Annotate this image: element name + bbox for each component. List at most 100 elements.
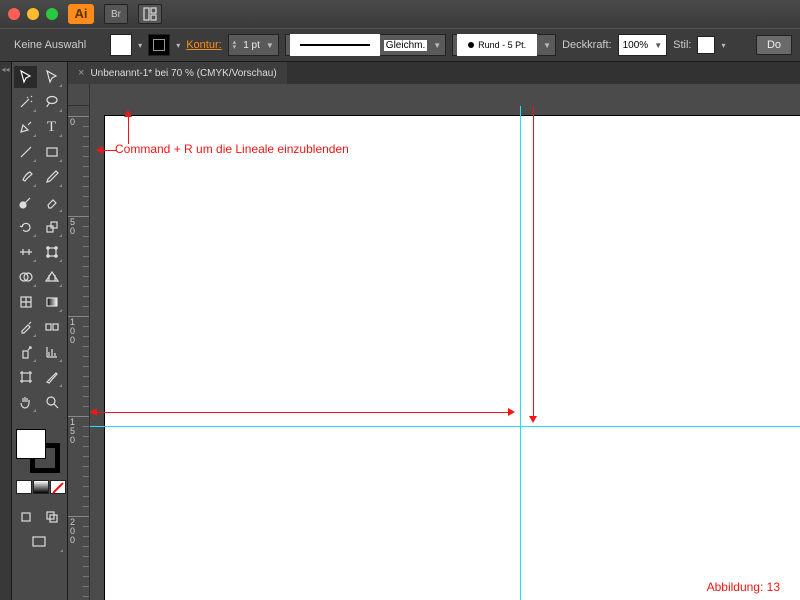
- stroke-weight-value: 1 pt: [243, 40, 260, 51]
- annotation-arrowhead-h-r: [508, 408, 515, 416]
- maximize-window-button[interactable]: [46, 8, 58, 20]
- width-icon: [18, 244, 34, 260]
- brush-dot-icon: [468, 42, 474, 48]
- zoom-tool[interactable]: [40, 391, 63, 413]
- annotation-arrowhead-h-l: [90, 408, 97, 416]
- annotation-arrow-1: [128, 116, 129, 144]
- fill-swatch[interactable]: [110, 34, 132, 56]
- screen-mode-button[interactable]: [14, 531, 64, 553]
- brush-icon: [18, 169, 34, 185]
- direct-cursor-icon: [44, 69, 60, 85]
- color-mode-solid[interactable]: [16, 480, 32, 494]
- mesh-icon: [18, 294, 34, 310]
- annotation-arrow-v: [533, 106, 534, 416]
- brush-dropdown[interactable]: Rund - 5 Pt. ▼: [452, 34, 556, 56]
- fill-stroke-indicator[interactable]: [16, 429, 65, 473]
- annotation-arrowhead-1: [124, 110, 132, 117]
- draw-mode-normal[interactable]: [14, 506, 37, 528]
- screen-icon: [31, 534, 47, 550]
- stroke-swatch[interactable]: [148, 34, 170, 56]
- selection-status: Keine Auswahl: [8, 37, 92, 53]
- annotation-arrow-1b: [103, 150, 117, 151]
- rectangle-tool[interactable]: [40, 141, 63, 163]
- pen-tool[interactable]: [14, 116, 37, 138]
- tools-panel: T: [12, 62, 68, 600]
- pen-icon: [18, 119, 34, 135]
- shapebuilder-icon: [18, 269, 34, 285]
- stepper-icon[interactable]: ▴▾: [233, 40, 237, 50]
- gradient-tool[interactable]: [40, 291, 63, 313]
- color-mode-row: [14, 480, 66, 494]
- stroke-profile-dropdown[interactable]: Gleichm. ▼: [285, 34, 446, 56]
- blob-brush-tool[interactable]: [14, 191, 37, 213]
- document-setup-button[interactable]: Do: [756, 35, 792, 55]
- symbol-sprayer-tool[interactable]: [14, 341, 37, 363]
- chevron-down-icon[interactable]: ▼: [266, 41, 274, 50]
- chevron-down-icon[interactable]: ▼: [433, 41, 441, 50]
- scale-tool[interactable]: [40, 216, 63, 238]
- selection-tool[interactable]: [14, 66, 37, 88]
- rotate-tool[interactable]: [14, 216, 37, 238]
- window-traffic-lights: [8, 8, 58, 20]
- chevron-down-icon[interactable]: ▼: [543, 41, 551, 50]
- style-dropdown-icon[interactable]: ▾: [721, 41, 725, 50]
- style-swatch[interactable]: [697, 36, 715, 54]
- opacity-field[interactable]: 100% ▼: [618, 34, 668, 56]
- scale-icon: [44, 219, 60, 235]
- chevron-down-icon[interactable]: ▼: [654, 41, 662, 50]
- color-mode-none[interactable]: [50, 480, 66, 494]
- graph-tool[interactable]: [40, 341, 63, 363]
- eyedropper-tool[interactable]: [14, 316, 37, 338]
- color-mode-gradient[interactable]: [33, 480, 49, 494]
- stroke-swatch-dropdown-icon[interactable]: ▾: [176, 41, 180, 50]
- paintbrush-tool[interactable]: [14, 166, 37, 188]
- annotation-arrow-h: [90, 412, 508, 413]
- rectangle-icon: [44, 144, 60, 160]
- vertical-guide[interactable]: [520, 106, 521, 600]
- hand-tool[interactable]: [14, 391, 37, 413]
- fill-swatch-dropdown-icon[interactable]: ▾: [138, 41, 142, 50]
- draw-mode-behind[interactable]: [40, 506, 63, 528]
- pencil-tool[interactable]: [40, 166, 63, 188]
- magic-wand-tool[interactable]: [14, 91, 37, 113]
- brush-name: Rund - 5 Pt.: [478, 40, 526, 50]
- stroke-label-link[interactable]: Kontur:: [186, 39, 221, 51]
- eyedropper-icon: [18, 319, 34, 335]
- panel-grip-icon: ◂◂: [2, 65, 10, 74]
- wand-icon: [18, 94, 34, 110]
- document-tab-bar: × Unbenannt-1* bei 70 % (CMYK/Vorschau): [68, 62, 800, 84]
- fill-box[interactable]: [16, 429, 46, 459]
- width-tool[interactable]: [14, 241, 37, 263]
- free-transform-tool[interactable]: [40, 241, 63, 263]
- line-tool[interactable]: [14, 141, 37, 163]
- eraser-tool[interactable]: [40, 191, 63, 213]
- close-tab-icon[interactable]: ×: [78, 67, 84, 79]
- layout-arrange-button[interactable]: [138, 4, 162, 24]
- collapsed-panel-tab[interactable]: ◂◂: [0, 62, 12, 600]
- canvas[interactable]: Command + R um die Lineale einzublenden …: [90, 106, 800, 600]
- ruler-origin[interactable]: [68, 84, 90, 106]
- direct-selection-tool[interactable]: [40, 66, 63, 88]
- close-window-button[interactable]: [8, 8, 20, 20]
- blend-tool[interactable]: [40, 316, 63, 338]
- slice-tool[interactable]: [40, 366, 63, 388]
- shape-builder-tool[interactable]: [14, 266, 37, 288]
- type-tool[interactable]: T: [40, 116, 63, 138]
- hand-icon: [18, 394, 34, 410]
- app-logo-icon: Ai: [68, 4, 94, 24]
- mesh-tool[interactable]: [14, 291, 37, 313]
- bridge-button[interactable]: Br: [104, 4, 128, 24]
- minimize-window-button[interactable]: [27, 8, 39, 20]
- vertical-ruler[interactable]: 050100150200250: [68, 106, 90, 600]
- horizontal-guide[interactable]: [90, 426, 800, 427]
- control-bar: Keine Auswahl ▾ ▾ Kontur: ▴▾ 1 pt ▼ Glei…: [0, 28, 800, 62]
- stroke-weight-field[interactable]: ▴▾ 1 pt ▼: [228, 34, 279, 56]
- document-tab[interactable]: × Unbenannt-1* bei 70 % (CMYK/Vorschau): [68, 62, 287, 84]
- drawmode-behind-icon: [44, 509, 60, 525]
- annotation-ruler-hint: Command + R um die Lineale einzublenden: [115, 142, 349, 156]
- annotation-arrowhead-v: [529, 416, 537, 423]
- artboard-tool[interactable]: [14, 366, 37, 388]
- layout-grid-icon: [142, 6, 158, 22]
- perspective-grid-tool[interactable]: [40, 266, 63, 288]
- lasso-tool[interactable]: [40, 91, 63, 113]
